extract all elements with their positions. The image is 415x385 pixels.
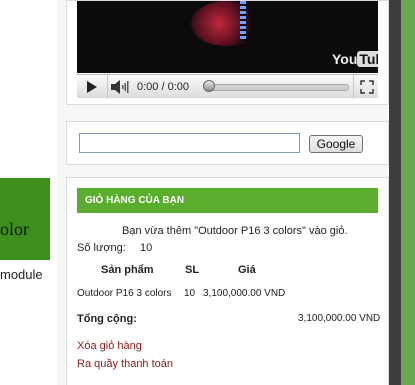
video-time: 0:00 / 0:00 xyxy=(137,81,189,93)
youtube-logo-tube: Tube xyxy=(357,51,378,67)
google-search-button[interactable]: Google xyxy=(309,135,363,153)
video-player-screen[interactable]: YouTube xyxy=(77,1,378,73)
left-green-block-text: olor xyxy=(0,219,29,239)
cart-column-product: Sản phẩm xyxy=(101,264,154,276)
youtube-logo[interactable]: YouTube xyxy=(332,51,378,67)
right-green-border xyxy=(401,0,415,385)
cart-total-label: Tổng cộng: xyxy=(77,313,137,325)
clear-cart-link[interactable]: Xóa giỏ hàng xyxy=(77,340,142,352)
search-panel: Google xyxy=(66,121,389,165)
video-progress-bar[interactable] xyxy=(207,84,349,91)
cart-row-qty: 10 xyxy=(184,288,196,299)
cart-added-message: Bạn vừa thêm "Outdoor P16 3 colors" vào … xyxy=(122,225,348,237)
play-icon xyxy=(87,81,97,93)
cart-column-price: Giá xyxy=(238,264,256,276)
cart-header: GIỎ HÀNG CỦA BẠN xyxy=(77,188,378,213)
cart-row-product: Outdoor P16 3 colors xyxy=(77,288,172,299)
play-button[interactable] xyxy=(77,75,108,99)
video-controls: 0:00 / 0:00 xyxy=(77,74,379,99)
left-module-caption: module xyxy=(0,267,43,282)
cart-total-value: 3,100,000.00 VND xyxy=(298,313,381,324)
volume-button[interactable] xyxy=(108,75,132,99)
video-progress-knob[interactable] xyxy=(203,80,215,92)
fullscreen-icon xyxy=(359,80,374,94)
video-thumbnail-lights xyxy=(240,1,246,41)
search-input[interactable] xyxy=(79,133,300,153)
video-panel: YouTube 0:00 / 0:00 xyxy=(66,0,389,105)
cart-row-price: 3,100,000.00 VND xyxy=(203,288,286,299)
video-thumbnail-glow xyxy=(191,1,261,46)
volume-icon xyxy=(111,80,129,94)
checkout-link[interactable]: Ra quầy thanh toán xyxy=(77,358,173,370)
youtube-logo-you: You xyxy=(332,51,358,67)
fullscreen-button[interactable] xyxy=(353,75,379,99)
cart-panel: GIỎ HÀNG CỦA BẠN Bạn vừa thêm "Outdoor P… xyxy=(66,177,389,385)
right-dark-border xyxy=(389,0,401,385)
cart-column-qty: SL xyxy=(185,264,200,276)
cart-quantity-label: Số lượng: xyxy=(77,242,126,254)
cart-quantity-value: 10 xyxy=(140,242,153,254)
